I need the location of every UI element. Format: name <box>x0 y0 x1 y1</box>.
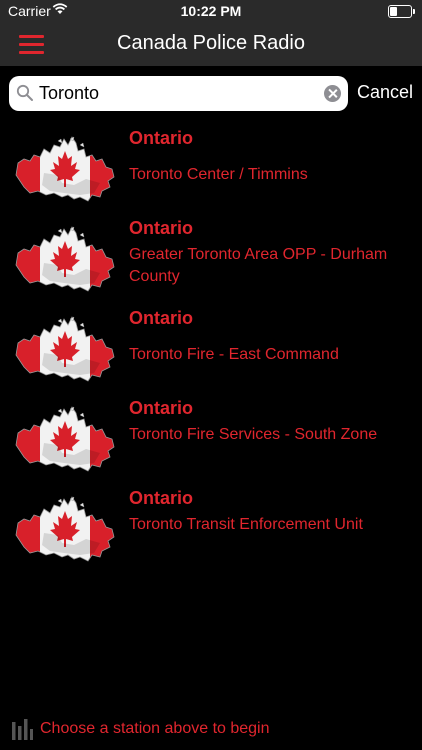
station-name: Toronto Transit Enforcement Unit <box>129 516 363 533</box>
cancel-button[interactable]: Cancel <box>357 82 413 103</box>
station-province: Ontario <box>129 218 194 238</box>
list-item[interactable]: Ontario Toronto Fire Services - South Zo… <box>0 390 422 480</box>
canada-flag-map-icon <box>14 133 116 203</box>
status-time: 10:22 PM <box>180 3 242 19</box>
app-title: Canada Police Radio <box>117 32 305 54</box>
station-province: Ontario <box>129 398 194 418</box>
search-input[interactable] <box>39 79 319 108</box>
station-province: Ontario <box>129 308 194 328</box>
station-name: Greater Toronto Area OPP - Durham County <box>129 246 388 285</box>
canada-flag-map-icon <box>14 223 116 293</box>
list-item[interactable]: Ontario Toronto Center / Timmins <box>0 120 422 210</box>
search-field[interactable] <box>9 76 348 111</box>
search-icon <box>16 84 33 101</box>
status-bar: Carrier 10:22 PM <box>0 0 422 22</box>
list-item[interactable]: Ontario Toronto Transit Enforcement Unit <box>0 480 422 570</box>
canada-flag-map-icon <box>14 493 116 563</box>
station-name: Toronto Fire - East Command <box>129 346 339 363</box>
list-item[interactable]: Ontario Greater Toronto Area OPP - Durha… <box>0 210 422 300</box>
navigation-bar: Canada Police Radio <box>0 22 422 66</box>
player-footer[interactable]: Choose a station above to begin <box>0 712 422 750</box>
list-item[interactable]: Ontario Toronto Fire - East Command <box>0 300 422 390</box>
canada-flag-map-icon <box>14 313 116 383</box>
battery-icon <box>388 5 415 18</box>
canada-flag-map-icon <box>14 403 116 473</box>
station-name: Toronto Fire Services - South Zone <box>129 426 378 443</box>
footer-hint: Choose a station above to begin <box>40 720 270 737</box>
station-name: Toronto Center / Timmins <box>129 166 308 183</box>
station-list: Ontario Toronto Center / Timmins Ontario… <box>0 120 422 570</box>
station-province: Ontario <box>129 128 194 148</box>
station-province: Ontario <box>129 488 194 508</box>
equalizer-icon <box>12 719 33 740</box>
search-bar: Cancel <box>0 66 422 120</box>
clear-search-icon[interactable] <box>324 85 341 102</box>
